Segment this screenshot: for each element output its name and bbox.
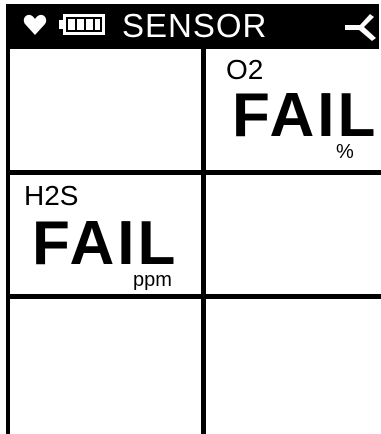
- sensor-cell-empty: [206, 299, 381, 434]
- sensor-cell-empty: [206, 175, 381, 294]
- sensor-unit: %: [336, 141, 354, 163]
- gas-name: H2S: [24, 180, 79, 211]
- screen-title: SENSOR: [122, 7, 268, 44]
- sensor-cell-empty: [10, 49, 201, 170]
- sensor-cell-empty: [10, 299, 201, 434]
- sensor-reading: FAIL: [32, 209, 179, 278]
- battery-full-icon: [59, 14, 105, 35]
- sensor-cell-h2s: H2S FAIL ppm: [10, 175, 201, 294]
- sensor-screen: SENSOR O2 FAIL % H2S FAIL ppm: [0, 0, 381, 434]
- sensor-reading: FAIL: [232, 81, 379, 150]
- sensor-unit: ppm: [133, 269, 172, 291]
- signal-icon: [345, 14, 376, 41]
- heart-icon: [23, 14, 47, 35]
- header-bar: SENSOR: [6, 4, 379, 49]
- sensor-cell-o2: O2 FAIL %: [206, 49, 381, 170]
